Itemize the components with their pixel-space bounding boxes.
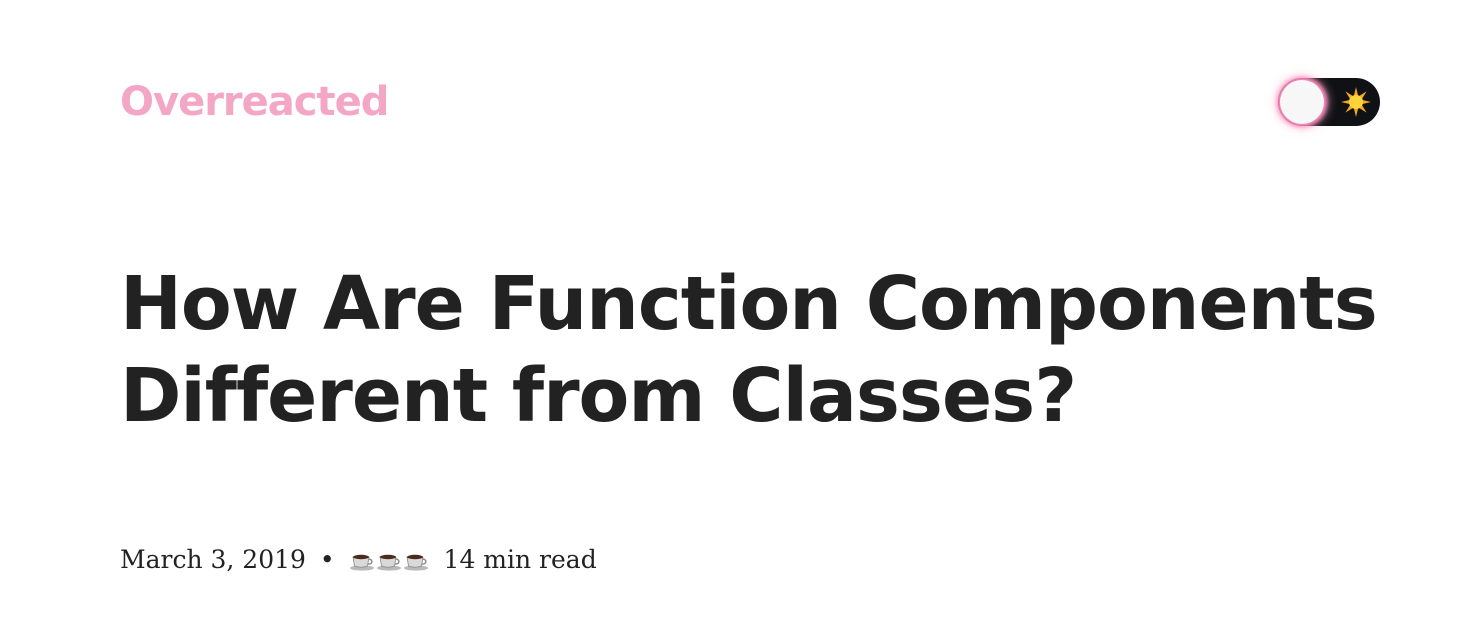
post-date: March 3, 2019 (120, 544, 306, 574)
post-title: How Are Function Components Different fr… (120, 261, 1378, 439)
sun-icon (1341, 87, 1371, 117)
coffee-cup-icon (403, 554, 428, 571)
post-meta: March 3, 2019 • 14 min read (120, 540, 597, 578)
site-header: Overreacted (120, 74, 1380, 130)
coffee-cup-icon (376, 554, 401, 571)
read-time: 14 min read (443, 544, 597, 574)
site-title-link[interactable]: Overreacted (120, 74, 389, 130)
toggle-thumb[interactable] (1280, 80, 1324, 124)
coffee-cup-icon (349, 554, 374, 571)
theme-toggle[interactable] (1278, 78, 1380, 126)
meta-separator: • (319, 544, 335, 574)
reading-time-cups (349, 542, 430, 578)
